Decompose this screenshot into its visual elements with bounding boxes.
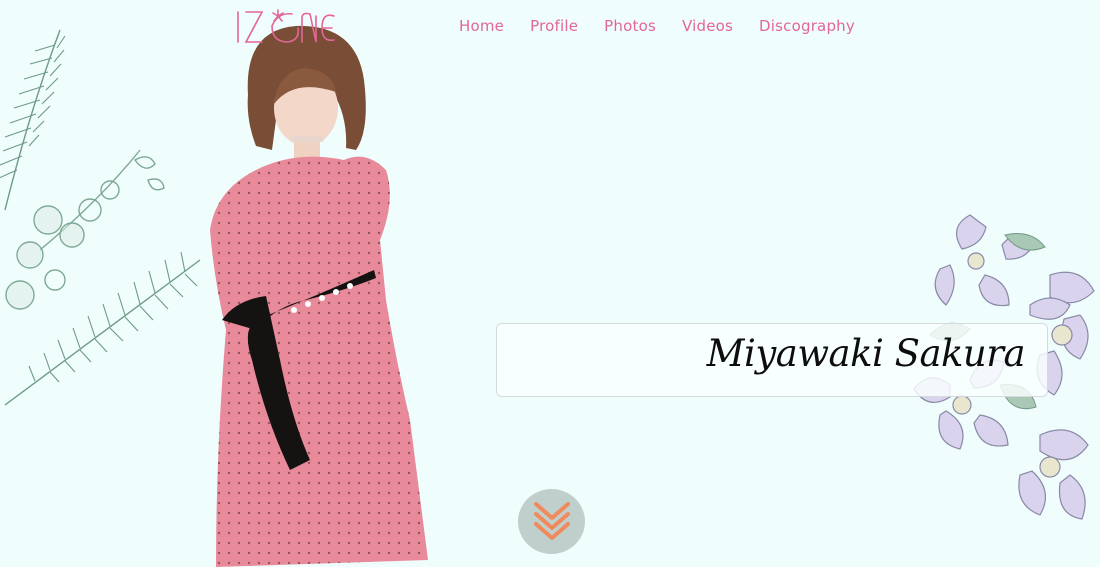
member-photo [210, 25, 428, 567]
double-chevron-down-icon [533, 501, 570, 540]
member-name-card: Miyawaki Sakura [496, 323, 1048, 397]
nav-link-photos[interactable]: Photos [591, 17, 669, 35]
izone-logo[interactable] [234, 6, 338, 48]
fern-floral-decoration [0, 29, 201, 406]
member-name: Miyawaki Sakura [706, 332, 1026, 375]
nav-link-profile[interactable]: Profile [517, 17, 591, 35]
izone-logo-mark [237, 9, 335, 43]
scroll-down-button[interactable] [518, 489, 585, 554]
nav-link-home[interactable]: Home [446, 17, 517, 35]
nav-link-videos[interactable]: Videos [669, 17, 746, 35]
nav-link-discography[interactable]: Discography [746, 17, 868, 35]
main-nav: Home Profile Photos Videos Discography [446, 14, 868, 38]
